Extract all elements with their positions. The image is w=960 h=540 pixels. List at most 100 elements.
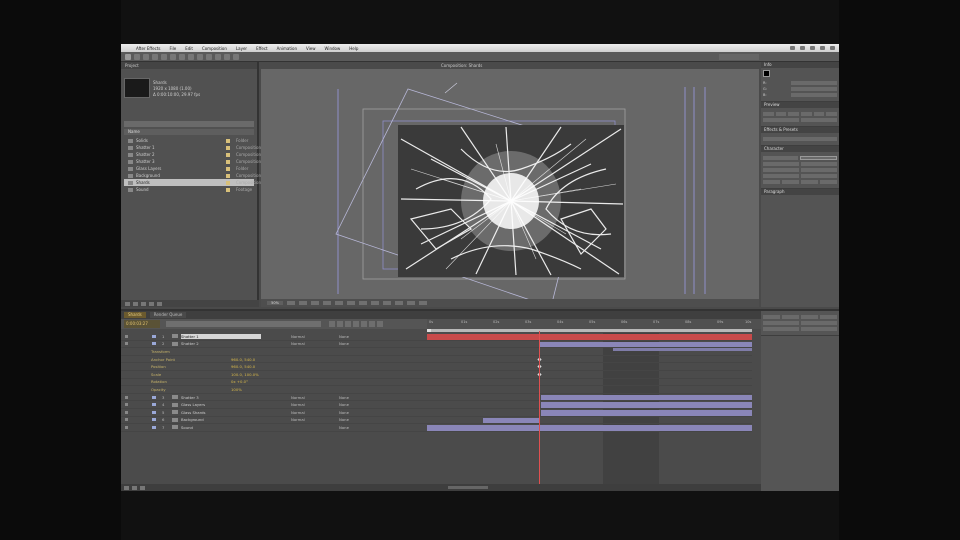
layer-row[interactable]: 5 Glass Shards Normal None [121,409,427,417]
blend-mode-dropdown[interactable]: Normal [291,417,315,422]
blend-mode-dropdown[interactable]: Normal [291,410,315,415]
video-switch-icon[interactable] [125,418,128,422]
pen-tool-icon[interactable] [188,53,194,60]
brainstorm-icon[interactable] [369,321,375,327]
layer-duration-bar[interactable] [427,425,752,431]
property-row[interactable]: Opacity 100% [121,386,427,394]
menu-composition[interactable]: Composition [202,46,227,51]
property-row[interactable]: Anchor Point 960.0, 540.0 [121,356,427,364]
horizontal-scale-field[interactable] [801,174,837,178]
current-timecode[interactable]: 0:00:03:27 [124,320,160,328]
vertical-scale-field[interactable] [763,174,799,178]
audio-switch-icon[interactable] [125,425,128,429]
property-track[interactable] [427,386,752,394]
video-switch-icon[interactable] [125,403,128,407]
color-depth-icon[interactable] [149,301,154,306]
property-value[interactable]: 0x +0.0° [231,379,248,384]
layer-row[interactable]: 1 Shatter 1 Normal None [121,333,427,341]
expand-collapse-icon[interactable] [140,485,145,490]
fill-color-swatch[interactable] [800,156,837,160]
video-switch-icon[interactable] [125,342,128,346]
current-time-icon[interactable] [311,301,319,305]
label-color-swatch[interactable] [226,145,230,150]
parent-dropdown[interactable]: None [339,334,369,339]
layer-duration-bar[interactable] [541,409,752,416]
play-icon[interactable] [788,112,800,116]
property-value[interactable]: 100% [231,387,242,392]
composition-canvas[interactable] [261,69,759,299]
menu-file[interactable]: File [169,46,176,51]
layer-name[interactable]: Sound [181,425,261,430]
project-item[interactable]: Solids Folder [124,137,254,144]
zoom-slider[interactable] [448,486,488,489]
layer-track[interactable] [427,394,752,402]
project-item-selected[interactable]: Shards Composition [124,179,261,186]
new-folder-icon[interactable] [133,301,138,306]
layer-duration-bar[interactable] [613,348,752,352]
hand-tool-icon[interactable] [134,53,140,60]
label-color-icon[interactable] [152,342,156,346]
label-color-swatch[interactable] [226,180,230,185]
property-row[interactable]: Scale 100.0, 100.0% [121,371,427,379]
layer-row[interactable]: 7 Sound None [121,424,427,432]
label-color-icon[interactable] [152,395,156,399]
layer-name[interactable]: Shatter 2 [181,341,261,346]
grid-toggle-icon[interactable] [287,301,295,305]
faux-bold-button[interactable] [763,180,780,184]
property-track[interactable] [427,356,752,364]
magnification-dropdown[interactable]: 50% [267,301,283,305]
parent-dropdown[interactable]: None [339,395,369,400]
video-switch-icon[interactable] [125,395,128,399]
parent-dropdown[interactable]: None [339,410,369,415]
video-switch-icon[interactable] [125,410,128,414]
selection-tool-icon[interactable] [125,53,131,60]
project-column-header[interactable]: Name [124,129,254,135]
layer-duration-bar[interactable] [483,417,539,424]
label-color-icon[interactable] [152,403,156,407]
label-color-icon[interactable] [152,410,156,414]
ram-preview-icon[interactable] [826,112,838,116]
label-color-swatch[interactable] [226,159,230,164]
property-track[interactable] [427,379,752,387]
layer-name[interactable]: Shatter 3 [181,395,261,400]
view-dropdown[interactable] [383,301,391,305]
status-icon[interactable] [790,46,795,50]
justify-button[interactable] [820,315,837,319]
paragraph-tab[interactable]: Paragraph [761,189,839,195]
layer-track[interactable] [427,424,752,432]
small-caps-button[interactable] [820,180,837,184]
graph-editor-icon[interactable] [377,321,383,327]
layer-name[interactable]: Shatter 1 [181,333,261,339]
toggle-modes-icon[interactable] [132,485,137,490]
parent-dropdown[interactable]: None [339,425,369,430]
motion-blur-icon[interactable] [361,321,367,327]
property-row[interactable]: Position 960.0, 540.0 [121,363,427,371]
draft-3d-icon[interactable] [337,321,343,327]
eraser-tool-icon[interactable] [224,53,230,60]
align-right-button[interactable] [801,315,818,319]
property-track[interactable] [427,363,752,371]
layer-duration-bar[interactable] [427,334,752,340]
zoom-tool-icon[interactable] [143,53,149,60]
menu-view[interactable]: View [306,46,316,51]
property-value[interactable]: 960.0, 540.0 [231,357,255,362]
snapshot-icon[interactable] [323,301,331,305]
layer-name[interactable]: Glass Shards [181,410,261,415]
layer-row[interactable]: 6 Background Normal None [121,417,427,425]
parent-dropdown[interactable]: None [339,341,369,346]
align-left-button[interactable] [763,315,780,319]
layer-row[interactable]: 4 Glass Layers Normal None [121,401,427,409]
blend-mode-dropdown[interactable]: Normal [291,341,315,346]
label-color-icon[interactable] [152,418,156,422]
frame-blending-icon[interactable] [353,321,359,327]
blend-mode-dropdown[interactable]: Normal [291,334,315,339]
property-value[interactable]: 100.0, 100.0% [231,372,259,377]
label-color-icon[interactable] [152,334,156,338]
space-before-field[interactable] [763,327,799,331]
hide-shy-layers-icon[interactable] [345,321,351,327]
timeline-tab-shards[interactable]: Shards [124,312,146,318]
menu-app[interactable]: After Effects [136,46,160,51]
menu-edit[interactable]: Edit [185,46,193,51]
last-frame-icon[interactable] [813,112,825,116]
project-item[interactable]: Background Composition [124,172,261,179]
